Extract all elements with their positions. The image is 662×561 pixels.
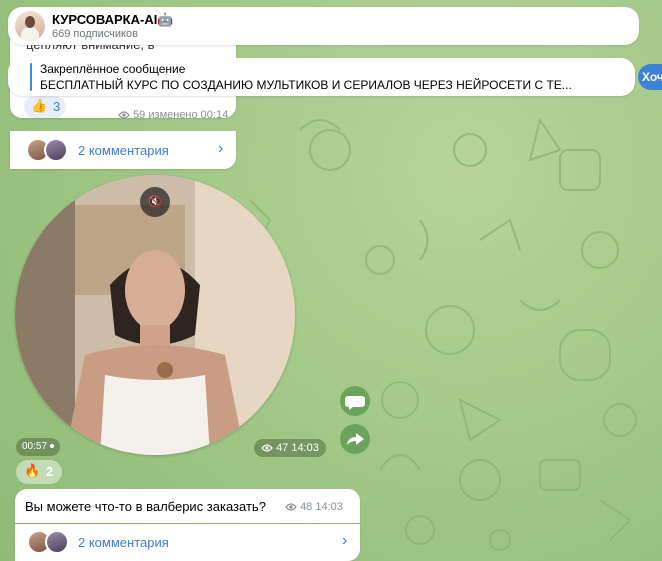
message-meta: 59 изменено 00:14	[118, 109, 228, 121]
avatar	[44, 138, 68, 162]
speaker-muted-icon[interactable]: 🔇	[140, 187, 170, 217]
reaction-fire[interactable]: 🔥 2	[16, 460, 62, 484]
reaction-count: 3	[53, 99, 61, 114]
video-meta: 47 14:03	[254, 439, 326, 457]
view-count: 59	[133, 109, 146, 121]
comments-link[interactable]: 2 комментария ›	[15, 524, 360, 561]
chevron-right-icon: ›	[218, 140, 224, 157]
video-duration: 00:57	[16, 438, 61, 456]
avatar	[45, 530, 69, 554]
pinned-indicator	[30, 63, 32, 91]
subscriber-count: 669 подписчиков	[52, 28, 138, 40]
comments-link[interactable]: 2 комментария ›	[10, 131, 236, 169]
channel-title: КУРСОВАРКА-AI🤖	[52, 12, 174, 27]
share-arrow-icon[interactable]	[340, 424, 370, 454]
reaction-like[interactable]: 👍 3	[24, 96, 66, 118]
message-time: 14:03	[315, 501, 343, 513]
reaction-count: 2	[46, 464, 54, 479]
pinned-title: Закреплённое сообщение	[40, 62, 186, 76]
comments-count-label: 2 комментария	[78, 143, 169, 158]
pinned-text: БЕСПЛАТНЫЙ КУРС ПО СОЗДАНИЮ МУЛЬТИКОВ И …	[40, 78, 572, 92]
view-count: 48	[300, 501, 313, 513]
message-meta: 48 14:03	[285, 501, 343, 513]
reaction-emoji: 👍	[31, 98, 48, 113]
message-text: Вы можете что-то в валберис заказать?	[25, 499, 266, 514]
view-count: 47	[276, 442, 289, 454]
round-video-message[interactable]	[15, 175, 295, 455]
comment-bubble-icon[interactable]	[340, 386, 370, 416]
message-time: 14:03	[291, 442, 319, 454]
eye-icon	[118, 111, 130, 119]
pinned-message-bar[interactable]: Закреплённое сообщение БЕСПЛАТНЫЙ КУРС П…	[8, 58, 635, 96]
duration-text: 00:57	[22, 441, 48, 452]
chevron-right-icon: ›	[342, 532, 348, 549]
pinned-action-button[interactable]: Хоч	[638, 64, 662, 90]
reaction-emoji: 🔥	[24, 463, 41, 478]
channel-avatar[interactable]	[15, 11, 45, 41]
message-bubble: Вы можете что-то в валберис заказать? 48…	[15, 489, 360, 523]
comments-count-label: 2 комментария	[78, 535, 169, 550]
eye-icon	[285, 503, 297, 511]
edited-time: изменено 00:14	[148, 109, 229, 121]
video-frame	[15, 175, 295, 455]
eye-icon	[261, 444, 273, 452]
channel-header[interactable]: КУРСОВАРКА-AI🤖 669 подписчиков	[8, 7, 639, 45]
